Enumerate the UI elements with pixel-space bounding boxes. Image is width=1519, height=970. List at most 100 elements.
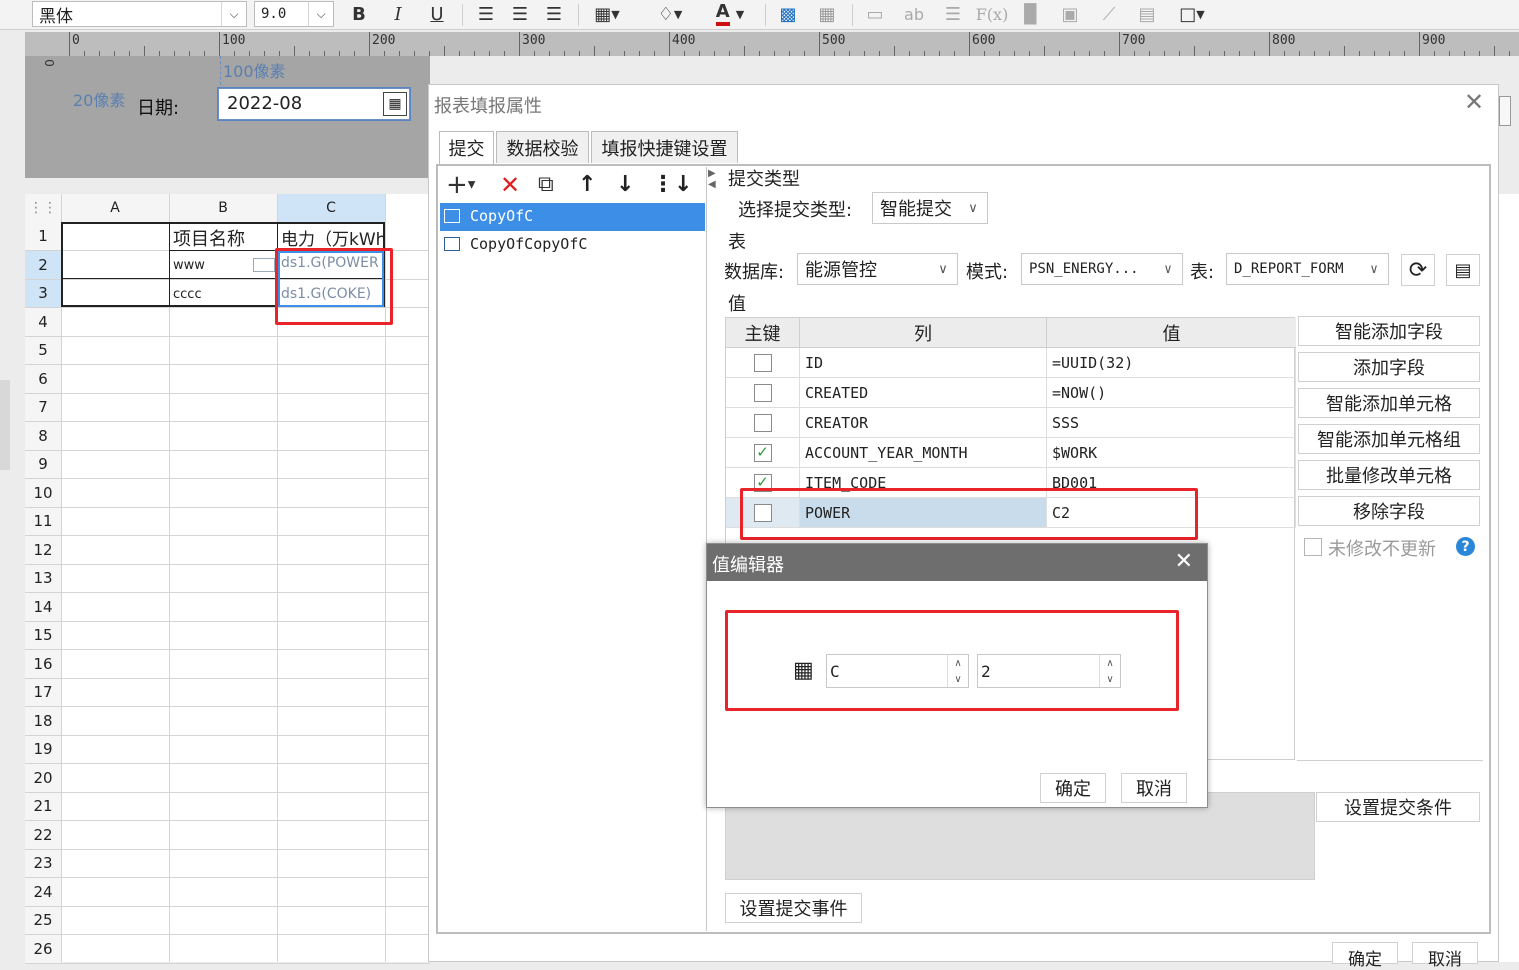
- cell-b1[interactable]: 项目名称: [173, 225, 245, 251]
- font-color-button[interactable]: A ▼: [705, 0, 755, 28]
- row-header[interactable]: 13: [25, 564, 61, 592]
- row-header[interactable]: 22: [25, 820, 61, 849]
- database-select[interactable]: 能源管控 ∨: [797, 253, 958, 285]
- row-header[interactable]: 12: [25, 535, 61, 564]
- row-header[interactable]: 14: [25, 592, 61, 621]
- tab-submit[interactable]: 提交: [439, 131, 494, 164]
- close-icon[interactable]: ✕: [1175, 549, 1193, 574]
- table-select[interactable]: D_REPORT_FORM ∨: [1226, 253, 1389, 285]
- fill-color-icon[interactable]: ♢ ▼: [647, 0, 693, 28]
- underline-button[interactable]: U: [425, 0, 449, 28]
- row-header[interactable]: 9: [25, 450, 61, 478]
- list-icon[interactable]: ☰: [940, 0, 966, 28]
- row-header[interactable]: 15: [25, 621, 61, 649]
- column-cell[interactable]: ID: [800, 348, 1047, 378]
- remove-field-button[interactable]: 移除字段: [1298, 496, 1480, 526]
- row-header[interactable]: 17: [25, 678, 61, 706]
- calendar-icon[interactable]: ▦: [383, 92, 407, 116]
- row-header[interactable]: 11: [25, 507, 61, 535]
- align-right-icon[interactable]: ☰: [541, 0, 567, 28]
- select-all-corner[interactable]: ⋮⋮: [25, 194, 61, 222]
- font-name-select[interactable]: 黑体 ⌵: [32, 1, 247, 27]
- batch-edit-cells-button[interactable]: 批量修改单元格: [1298, 460, 1480, 490]
- set-submit-event-button[interactable]: 设置提交事件: [725, 893, 862, 923]
- row-header[interactable]: 25: [25, 906, 61, 934]
- add-icon[interactable]: +▼: [446, 170, 486, 200]
- column-header-a[interactable]: A: [61, 194, 169, 222]
- row-header[interactable]: 26: [25, 934, 61, 963]
- column-cell[interactable]: CREATOR: [800, 408, 1047, 438]
- value-editor-ok-button[interactable]: 确定: [1040, 773, 1106, 803]
- cell-b3[interactable]: cccc: [173, 287, 202, 302]
- tab-data-validation[interactable]: 数据校验: [496, 131, 589, 163]
- chevron-down-icon[interactable]: ⌵: [221, 2, 246, 26]
- dialog-ok-button[interactable]: 确定: [1332, 942, 1398, 970]
- header-value[interactable]: 值: [1047, 318, 1296, 348]
- spreadsheet-grid[interactable]: ⋮⋮ A B C 1 2 3 4 5 6 7 8 9 10 11 12 13 14 15 16 17 18 19 20…: [25, 194, 430, 964]
- refresh-icon[interactable]: ⟳: [1401, 254, 1435, 286]
- text-ab-icon[interactable]: ab: [900, 0, 928, 28]
- move-down-icon[interactable]: ↓: [616, 170, 640, 200]
- list-item[interactable]: CopyOfCopyOfC: [440, 231, 705, 259]
- grid-icon[interactable]: ▦: [814, 0, 840, 28]
- no-update-checkbox[interactable]: [1304, 538, 1322, 556]
- image-icon[interactable]: ▣: [1056, 0, 1084, 28]
- row-header[interactable]: 19: [25, 735, 61, 763]
- document-icon[interactable]: ▤: [1134, 0, 1160, 28]
- field-row[interactable]: ✓ ACCOUNT_YEAR_MONTH $WORK: [726, 438, 1296, 468]
- header-key[interactable]: 主键: [726, 318, 800, 348]
- row-header[interactable]: 2: [25, 250, 61, 279]
- row-header[interactable]: 8: [25, 421, 61, 450]
- schema-select[interactable]: PSN_ENERGY... ∨: [1021, 253, 1183, 285]
- value-editor-cancel-button[interactable]: 取消: [1121, 773, 1187, 803]
- row-header[interactable]: 24: [25, 877, 61, 906]
- smart-add-cell-group-button[interactable]: 智能添加单元格组: [1298, 424, 1480, 454]
- align-left-icon[interactable]: ☰: [473, 0, 499, 28]
- key-checkbox[interactable]: [753, 413, 772, 432]
- column-cell[interactable]: ACCOUNT_YEAR_MONTH: [800, 438, 1047, 468]
- header-column[interactable]: 列: [800, 318, 1047, 348]
- close-icon[interactable]: ✕: [1462, 90, 1486, 114]
- align-center-icon[interactable]: ☰: [507, 0, 533, 28]
- row-header[interactable]: 5: [25, 336, 61, 364]
- border-icon[interactable]: ▦ ▼: [587, 0, 627, 28]
- delete-icon[interactable]: ✕: [500, 170, 526, 200]
- field-row[interactable]: CREATED =NOW(): [726, 378, 1296, 408]
- frame-icon[interactable]: □ ▼: [1172, 0, 1212, 28]
- submit-type-select[interactable]: 智能提交 ∨: [872, 192, 988, 224]
- row-header[interactable]: 3: [25, 279, 61, 307]
- move-bottom-icon[interactable]: ⋮↓: [652, 170, 692, 200]
- left-panel-handle[interactable]: [0, 380, 10, 470]
- cell-c1[interactable]: 电力（万kWh: [281, 225, 383, 250]
- value-cell[interactable]: =NOW(): [1047, 378, 1296, 408]
- row-header[interactable]: 6: [25, 364, 61, 393]
- key-checkbox[interactable]: [753, 383, 772, 402]
- row-header[interactable]: 1: [25, 222, 61, 250]
- set-submit-condition-button[interactable]: 设置提交条件: [1316, 792, 1480, 822]
- column-header-b[interactable]: B: [169, 194, 277, 222]
- insert-table-icon[interactable]: ▩: [775, 0, 801, 28]
- row-header[interactable]: 7: [25, 393, 61, 421]
- row-header[interactable]: 21: [25, 792, 61, 820]
- value-cell[interactable]: $WORK: [1047, 438, 1296, 468]
- bold-button[interactable]: B: [347, 0, 371, 28]
- list-item-selected[interactable]: CopyOfC: [440, 203, 705, 231]
- bar-chart-icon[interactable]: ▉: [1018, 0, 1044, 28]
- column-header-c[interactable]: C: [277, 194, 385, 222]
- cell-b2[interactable]: www: [173, 258, 205, 273]
- row-header[interactable]: 23: [25, 849, 61, 877]
- formula-icon[interactable]: F(x): [976, 0, 1009, 28]
- font-size-select[interactable]: 9.0 ⌵: [254, 1, 334, 27]
- date-widget[interactable]: 2022-08 ▦: [217, 87, 411, 121]
- key-checkbox-checked[interactable]: ✓: [753, 443, 772, 462]
- tab-shortcut-settings[interactable]: 填报快捷键设置: [591, 131, 738, 163]
- smart-add-cell-button[interactable]: 智能添加单元格: [1298, 388, 1480, 418]
- move-up-icon[interactable]: ↑: [578, 170, 602, 200]
- field-row[interactable]: CREATOR SSS: [726, 408, 1296, 438]
- dialog-cancel-button[interactable]: 取消: [1412, 942, 1478, 970]
- row-header[interactable]: 20: [25, 763, 61, 792]
- slash-icon[interactable]: ⟋: [1096, 0, 1122, 28]
- preview-icon[interactable]: ▤: [1446, 254, 1480, 286]
- row-header[interactable]: 18: [25, 706, 61, 735]
- value-cell[interactable]: SSS: [1047, 408, 1296, 438]
